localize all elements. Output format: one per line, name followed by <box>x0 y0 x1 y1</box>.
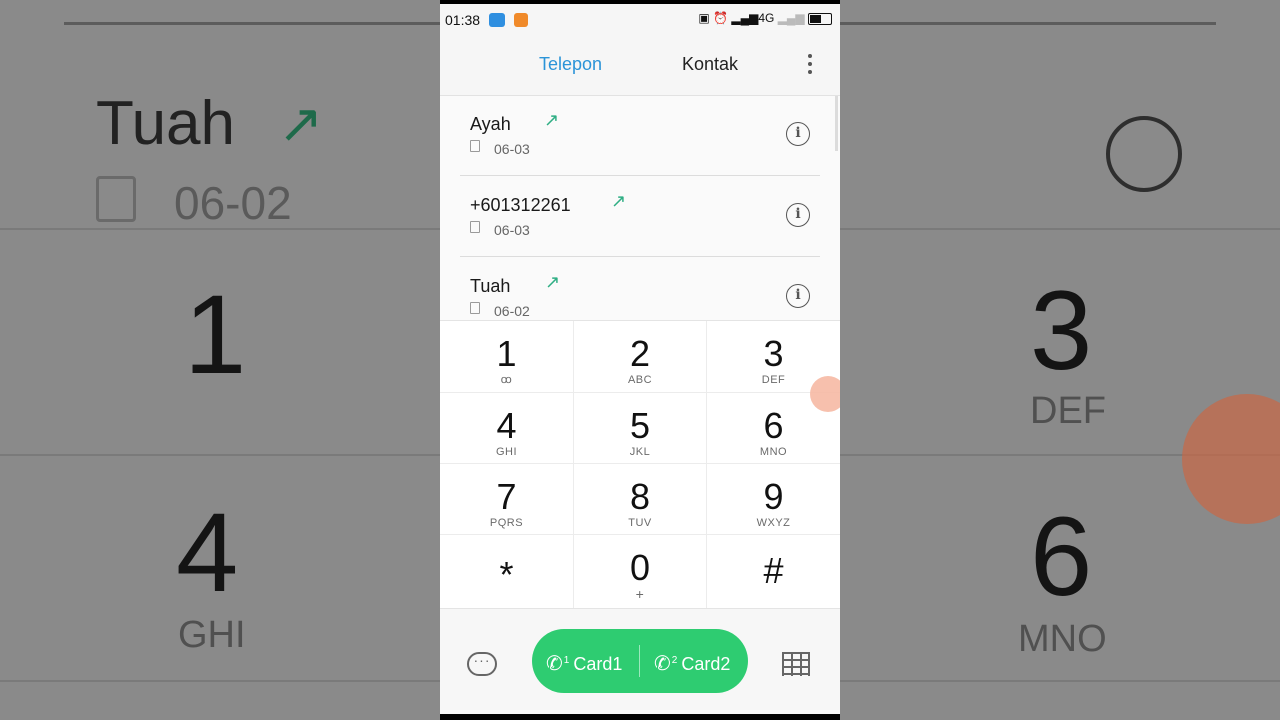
caller-name: Tuah <box>470 276 511 296</box>
sim-card-icon <box>470 302 480 314</box>
top-tabs: Telepon Kontak <box>440 40 840 96</box>
scrollbar[interactable] <box>835 96 838 151</box>
dial-key-8[interactable]: 8 TUV <box>573 463 706 534</box>
background-digit: 3 <box>1030 268 1093 393</box>
call-log-item[interactable]: +601312261 ↗ 06-03 i <box>460 177 820 257</box>
recent-calls-list[interactable]: Ayah ↗ 06-03 i +601312261 ↗ 06-03 i Tuah… <box>440 96 840 320</box>
dial-key-hash[interactable]: # <box>706 534 840 609</box>
dialpad-toggle-icon[interactable] <box>782 652 810 676</box>
tab-contacts[interactable]: Kontak <box>682 54 738 75</box>
background-outgoing-arrow-icon: ↗ <box>278 94 324 154</box>
outgoing-call-icon: ↗ <box>544 110 560 130</box>
background-letters: GHI <box>178 614 246 656</box>
dial-key-0[interactable]: 0 + <box>573 534 706 609</box>
phone-icon: ✆ <box>546 653 563 675</box>
caller-name: Ayah <box>470 114 511 134</box>
outgoing-call-icon: ↗ <box>611 191 627 211</box>
status-bar: 01:38 ▣ ⏰ ▂▄▆4G ▂▄▆ <box>440 0 840 40</box>
call-card2-button[interactable]: ✆2 Card2 <box>654 629 730 693</box>
info-icon[interactable]: i <box>786 203 810 227</box>
more-options-icon[interactable] <box>806 54 814 78</box>
signal-icon: ▂▄▆ <box>731 11 759 25</box>
dial-key-7[interactable]: 7 PQRS <box>440 463 573 534</box>
message-icon <box>489 13 505 27</box>
tab-phone[interactable]: Telepon <box>539 54 602 75</box>
dial-key-5[interactable]: 5 JKL <box>573 392 706 463</box>
call-date: 06-03 <box>494 141 530 157</box>
background-info-icon <box>1106 116 1182 192</box>
bottom-action-bar: ··· ✆1 Card1 ✆2 Card2 <box>440 608 840 715</box>
dial-key-1[interactable]: 1 ꝏ <box>440 321 573 392</box>
recording-indicator[interactable] <box>810 376 840 412</box>
background-contact-name: Tuah <box>96 89 236 158</box>
dial-key-2[interactable]: 2 ABC <box>573 321 706 392</box>
dial-key-star[interactable]: * <box>440 534 573 609</box>
cast-icon: ▣ <box>698 11 710 25</box>
sim-card-icon <box>470 221 480 233</box>
call-date: 06-03 <box>494 222 530 238</box>
battery-icon <box>808 12 832 25</box>
status-time: 01:38 <box>445 12 481 28</box>
outgoing-call-icon: ↗ <box>545 272 561 292</box>
message-bubble-icon[interactable]: ··· <box>467 652 497 676</box>
background-digit: 6 <box>1030 494 1093 619</box>
sim-card-icon <box>470 140 480 152</box>
call-card1-button[interactable]: ✆1 Card1 <box>546 629 622 693</box>
dial-key-4[interactable]: 4 GHI <box>440 392 573 463</box>
app-icon <box>514 13 528 27</box>
call-button-group: ✆1 Card1 ✆2 Card2 <box>532 629 748 693</box>
call-log-item[interactable]: Ayah ↗ 06-03 i <box>460 96 820 176</box>
phone-screen: 01:38 ▣ ⏰ ▂▄▆4G ▂▄▆ Telepon Kontak Ayah … <box>440 0 840 720</box>
call-date: 06-02 <box>494 303 530 319</box>
info-icon[interactable]: i <box>786 284 810 308</box>
phone-icon: ✆ <box>654 653 671 675</box>
info-icon[interactable]: i <box>786 122 810 146</box>
background-digit: 1 <box>184 272 247 397</box>
background-recording-indicator <box>1182 394 1280 524</box>
dialpad: 1 ꝏ 2 ABC 3 DEF 4 GHI 5 JKL 6 MNO 7 PQRS… <box>440 320 840 609</box>
call-log-item[interactable]: Tuah ↗ 06-02 i <box>460 258 820 320</box>
background-letters: MNO <box>1018 618 1107 660</box>
background-digit: 4 <box>176 490 239 615</box>
caller-name: +601312261 <box>470 195 571 215</box>
network-type: 4G <box>758 11 775 25</box>
background-call-date: 06-02 <box>174 177 292 229</box>
status-icons: ▣ ⏰ ▂▄▆4G ▂▄▆ <box>698 11 832 25</box>
alarm-icon: ⏰ <box>713 11 729 25</box>
signal-weak-icon: ▂▄▆ <box>777 11 805 25</box>
dial-key-9[interactable]: 9 WXYZ <box>706 463 840 534</box>
background-letters: DEF <box>1030 390 1106 432</box>
voicemail-icon: ꝏ <box>500 374 513 386</box>
background-sim-icon <box>96 176 136 222</box>
